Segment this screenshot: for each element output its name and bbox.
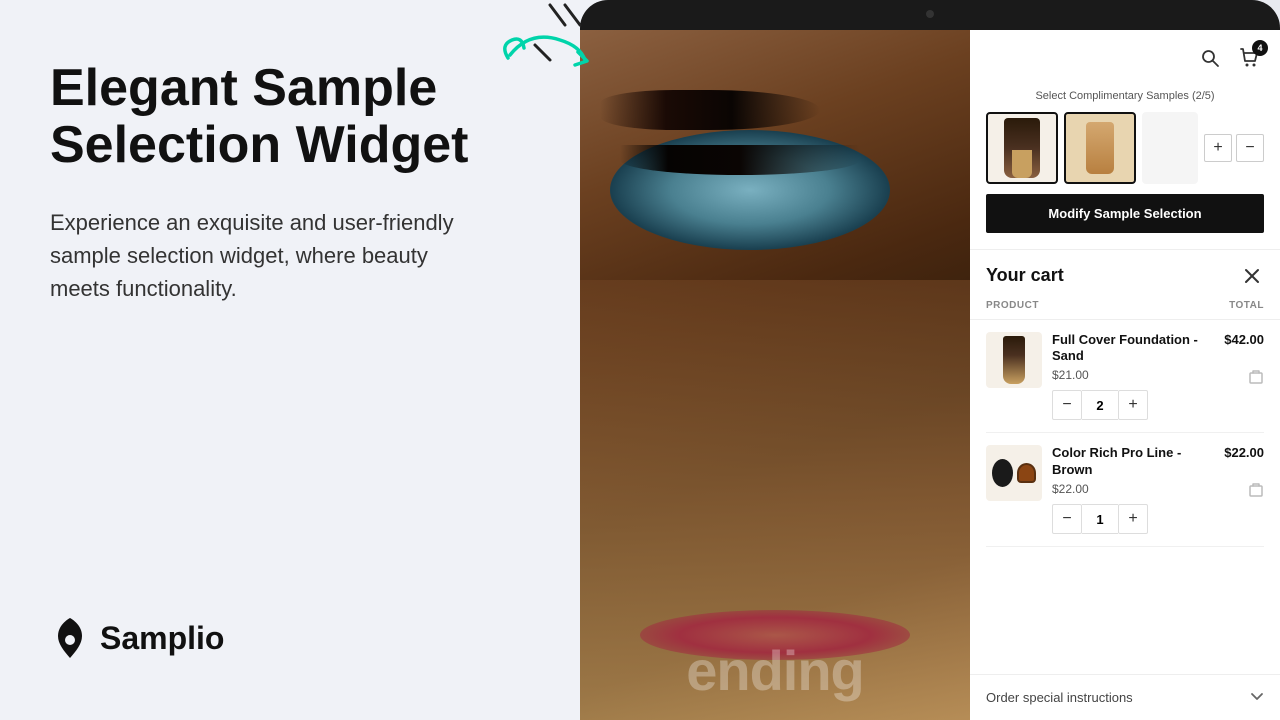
logo-text: Samplio [100, 620, 224, 657]
qty-value-1: 2 [1082, 390, 1118, 420]
cart-item-2: Color Rich Pro Line - Brown $22.00 − 1 +… [986, 433, 1264, 547]
samples-select-label: Select Complimentary Samples (2/5) [986, 90, 1264, 102]
sample-thumb-empty [1142, 112, 1198, 184]
cart-badge: 4 [1252, 40, 1268, 56]
qty-decrease-1[interactable]: − [1052, 390, 1082, 420]
qty-increase-1[interactable]: + [1118, 390, 1148, 420]
page-description: Experience an exquisite and user-friendl… [50, 206, 480, 305]
item-name-1: Full Cover Foundation - Sand [1052, 332, 1214, 366]
samplio-logo-icon [50, 616, 90, 660]
item-price-2: $22.00 [1052, 482, 1214, 496]
qty-controls-1: − 2 + [1052, 390, 1214, 420]
search-button[interactable] [1196, 44, 1224, 72]
chevron-down-icon [1250, 689, 1264, 706]
qty-increase-2[interactable]: + [1118, 504, 1148, 534]
lashes [620, 145, 860, 175]
sample-thumb-1[interactable] [986, 112, 1058, 184]
product-col-label: PRODUCT [986, 300, 1039, 311]
page-headline: Elegant Sample Selection Widget [50, 60, 530, 174]
samples-thumbnails: + − [986, 112, 1264, 184]
cart-title: Your cart [986, 265, 1064, 286]
qty-controls-2: − 1 + [1052, 504, 1214, 534]
cart-item-row-1: Full Cover Foundation - Sand $21.00 − 2 … [986, 332, 1264, 421]
cart-item-row-2: Color Rich Pro Line - Brown $22.00 − 1 +… [986, 445, 1264, 534]
item-total-1: $42.00 [1224, 332, 1264, 347]
item-total-2: $22.00 [1224, 445, 1264, 460]
qty-value-2: 1 [1082, 504, 1118, 534]
sample-product-tube [1086, 122, 1114, 174]
item-image-1 [986, 332, 1042, 388]
item-details-1: Full Cover Foundation - Sand $21.00 − 2 … [1052, 332, 1214, 421]
close-cart-button[interactable] [1240, 264, 1264, 288]
trending-text: ending [686, 638, 864, 703]
right-panel: ending 4 [580, 0, 1280, 720]
cart-items: Full Cover Foundation - Sand $21.00 − 2 … [970, 320, 1280, 674]
item-name-2: Color Rich Pro Line - Brown [1052, 445, 1214, 479]
eyebrow [600, 90, 820, 130]
item-price-1: $21.00 [1052, 368, 1214, 382]
sample-product-foundation [1004, 118, 1040, 178]
cart-button[interactable]: 4 [1236, 44, 1264, 72]
samples-add-remove: + − [1204, 134, 1264, 162]
foundation-image [1003, 336, 1025, 384]
item-delete-2[interactable] [1248, 482, 1264, 498]
qty-decrease-2[interactable]: − [1052, 504, 1082, 534]
sample-thumb-2[interactable] [1064, 112, 1136, 184]
cart-header: Your cart [970, 250, 1280, 296]
left-panel: Elegant Sample Selection Widget Experien… [0, 0, 580, 720]
tablet-camera [926, 10, 934, 18]
trending-overlay: ending [580, 620, 970, 720]
color-rich-circle [992, 459, 1013, 487]
main-content: Elegant Sample Selection Widget Experien… [50, 60, 530, 305]
tablet-inner: ending 4 [580, 30, 1280, 720]
total-col-label: TOTAL [1229, 300, 1264, 311]
item-details-2: Color Rich Pro Line - Brown $22.00 − 1 + [1052, 445, 1214, 534]
background-image: ending [580, 30, 970, 720]
cart-item-1: Full Cover Foundation - Sand $21.00 − 2 … [986, 320, 1264, 434]
add-sample-button[interactable]: + [1204, 134, 1232, 162]
order-instructions[interactable]: Order special instructions [970, 674, 1280, 720]
logo-area: Samplio [50, 616, 530, 660]
remove-sample-button[interactable]: − [1236, 134, 1264, 162]
order-instructions-label: Order special instructions [986, 690, 1133, 705]
item-image-2 [986, 445, 1042, 501]
tablet-frame: ending 4 [580, 0, 1280, 720]
cart-panel: Choose complimentary samples with your o… [970, 30, 1280, 720]
cart-columns: PRODUCT TOTAL [970, 296, 1280, 320]
item-delete-1[interactable] [1248, 369, 1264, 385]
color-rich-pot [1017, 463, 1036, 483]
store-topbar: 4 [970, 30, 1280, 85]
modify-sample-button[interactable]: Modify Sample Selection [986, 194, 1264, 233]
